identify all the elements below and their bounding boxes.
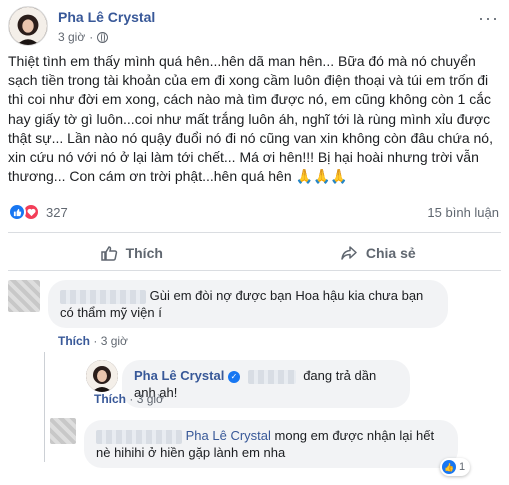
replier-avatar[interactable] xyxy=(50,418,76,444)
share-icon xyxy=(341,246,357,260)
reply-actions: Thích · 3 giờ xyxy=(94,392,164,406)
comment-like-link[interactable]: Thích xyxy=(58,334,90,348)
divider xyxy=(8,270,501,271)
more-options-icon[interactable]: ··· xyxy=(478,8,499,29)
post-header: Pha Lê Crystal 3 giờ · ··· xyxy=(8,6,501,50)
post-text: Thiệt tình em thấy mình quá hên...hên dã… xyxy=(8,53,493,185)
reply-reaction-badge[interactable]: 👍 1 xyxy=(440,458,471,476)
globe-icon xyxy=(97,31,109,43)
post-action-row: Thích Chia sẻ xyxy=(8,236,501,270)
comment-bubble: Gùi em đòi nợ được bạn Hoa hậu kia chưa … xyxy=(48,280,448,328)
reaction-count[interactable]: 327 xyxy=(46,205,68,220)
commenter-avatar[interactable] xyxy=(8,280,40,312)
verified-badge-icon: ✓ xyxy=(227,370,240,383)
like-button[interactable]: Thích xyxy=(8,236,255,270)
share-button-label: Chia sẻ xyxy=(365,245,416,261)
replier-name-redacted[interactable] xyxy=(96,429,182,444)
reply-author-name[interactable]: Pha Lê Crystal xyxy=(134,368,224,383)
comment-time[interactable]: 3 giờ xyxy=(101,334,128,348)
like-reaction-icon xyxy=(8,203,26,221)
mention-redacted[interactable] xyxy=(247,369,296,384)
mention-link[interactable]: Pha Lê Crystal xyxy=(186,428,271,443)
reply-like-link[interactable]: Thích xyxy=(94,392,126,406)
share-button[interactable]: Chia sẻ xyxy=(255,236,502,270)
comment-actions: Thích · 3 giờ xyxy=(58,334,128,348)
post-time[interactable]: 3 giờ xyxy=(58,30,85,44)
like-button-label: Thích xyxy=(125,245,163,261)
post-meta: 3 giờ · xyxy=(58,30,109,44)
reply-bubble: Pha Lê Crystal mong em được nhận lại hết… xyxy=(84,420,458,468)
reply-bubble: Pha Lê Crystal ✓ đang trả dần anh ah! xyxy=(122,360,410,408)
reply-like-count: 1 xyxy=(459,461,466,473)
reply-thread-line xyxy=(44,352,45,462)
commenter-name-redacted[interactable] xyxy=(60,289,146,304)
author-avatar[interactable] xyxy=(8,6,48,46)
reply-author-avatar[interactable] xyxy=(86,360,118,392)
like-reaction-icon: 👍 xyxy=(442,460,456,474)
reply-time[interactable]: 3 giờ xyxy=(137,392,164,406)
thumbs-up-icon xyxy=(100,246,117,261)
comments-section: Gùi em đòi nợ được bạn Hoa hậu kia chưa … xyxy=(0,272,509,485)
post-author-name[interactable]: Pha Lê Crystal xyxy=(58,9,155,25)
reaction-summary[interactable]: 327 15 bình luận xyxy=(8,202,501,222)
comment-count[interactable]: 15 bình luận xyxy=(427,205,499,220)
divider xyxy=(8,232,501,233)
